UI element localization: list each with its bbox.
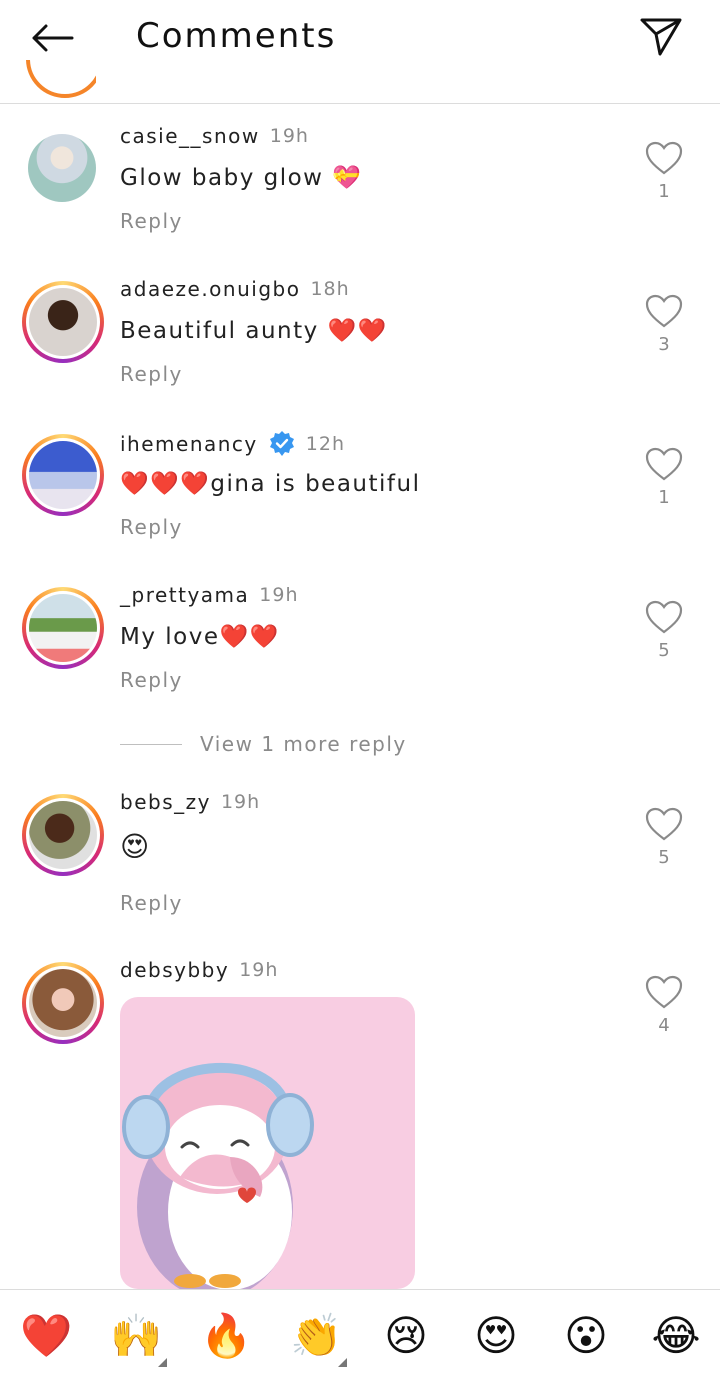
view-more-label: View 1 more reply	[200, 732, 407, 756]
emoji-laughing-button[interactable]: 😂	[650, 1310, 702, 1362]
emoji-fire-button[interactable]: 🔥	[200, 1310, 252, 1362]
emoji-heart-button[interactable]: ❤️	[20, 1310, 72, 1362]
reply-button[interactable]: Reply	[120, 362, 183, 386]
verified-badge-icon	[269, 431, 294, 456]
comment-header: debsybby 19h	[120, 958, 278, 982]
comment-text: Beautiful aunty ❤️❤️	[120, 318, 388, 344]
comment-timestamp: 18h	[310, 278, 350, 300]
heart-outline-icon[interactable]	[644, 140, 684, 176]
comment-timestamp: 12h	[305, 433, 345, 455]
comment-timestamp: 19h	[220, 791, 261, 813]
comment-text: ❤️❤️❤️gina is beautiful	[120, 471, 421, 497]
paper-plane-icon	[640, 18, 682, 56]
avatar[interactable]	[26, 60, 96, 100]
avatar[interactable]	[28, 134, 96, 202]
back-button[interactable]	[28, 18, 76, 58]
reply-button[interactable]: Reply	[120, 668, 183, 692]
sticker-image[interactable]	[120, 997, 415, 1289]
emoji-reaction-bar: ❤️ 🙌 🔥 👏 😢 😍 😮 😂	[0, 1289, 720, 1377]
comment-username[interactable]: casie__snow	[120, 124, 260, 148]
comment-text: Glow baby glow 💝	[120, 165, 363, 191]
comment-username[interactable]: _prettyama	[120, 583, 249, 607]
like-count: 1	[658, 487, 670, 508]
page-title: Comments	[136, 16, 337, 56]
like-count: 1	[658, 181, 670, 202]
emoji-heart-eyes-button[interactable]: 😍	[470, 1310, 522, 1362]
skin-tone-indicator-icon	[338, 1358, 347, 1367]
skin-tone-indicator-icon	[158, 1358, 167, 1367]
avatar[interactable]	[22, 962, 104, 1044]
comment-header: bebs_zy 19h	[120, 790, 260, 814]
comment-text: My love❤️❤️	[120, 624, 280, 650]
comment-username[interactable]: ihemenancy	[120, 432, 258, 456]
reply-button[interactable]: Reply	[120, 515, 183, 539]
like-count: 5	[658, 640, 670, 661]
like-count: 3	[658, 334, 670, 355]
comment-timestamp: 19h	[269, 125, 309, 147]
divider	[120, 743, 182, 745]
comments-list[interactable]: casie__snow 19h Glow baby glow 💝 Reply 1…	[0, 104, 720, 1289]
view-more-replies[interactable]: View 1 more reply	[120, 732, 407, 756]
comment-username[interactable]: debsybby	[120, 958, 229, 982]
emoji-clap-button[interactable]: 👏	[290, 1310, 342, 1362]
like-count: 5	[658, 847, 670, 868]
heart-outline-icon[interactable]	[644, 446, 684, 482]
comment-text: 😍	[120, 830, 151, 863]
penguin-sticker-icon	[122, 1062, 314, 1289]
comment-username[interactable]: adaeze.onuigbo	[120, 277, 300, 301]
comment-timestamp: 19h	[259, 584, 299, 606]
avatar[interactable]	[22, 434, 104, 516]
emoji-surprised-button[interactable]: 😮	[560, 1310, 612, 1362]
heart-outline-icon[interactable]	[644, 806, 684, 842]
avatar[interactable]	[22, 281, 104, 363]
comment-timestamp: 19h	[239, 959, 279, 981]
reply-button[interactable]: Reply	[120, 891, 183, 915]
like-count: 4	[658, 1015, 670, 1036]
avatar[interactable]	[22, 794, 104, 876]
comment-header: _prettyama 19h	[120, 583, 299, 607]
comment-username[interactable]: bebs_zy	[120, 790, 211, 814]
comment-header: adaeze.onuigbo 18h	[120, 277, 350, 301]
emoji-raised-hands-button[interactable]: 🙌	[110, 1310, 162, 1362]
reply-button[interactable]: Reply	[120, 209, 183, 233]
arrow-left-icon	[32, 24, 74, 52]
heart-outline-icon[interactable]	[644, 974, 684, 1010]
comment-header: ihemenancy 12h	[120, 430, 345, 458]
comment-header: casie__snow 19h	[120, 124, 309, 148]
avatar[interactable]	[22, 587, 104, 669]
emoji-crying-button[interactable]: 😢	[380, 1310, 432, 1362]
heart-outline-icon[interactable]	[644, 599, 684, 635]
share-button[interactable]	[638, 14, 684, 60]
header: Comments	[0, 0, 720, 104]
heart-outline-icon[interactable]	[644, 293, 684, 329]
